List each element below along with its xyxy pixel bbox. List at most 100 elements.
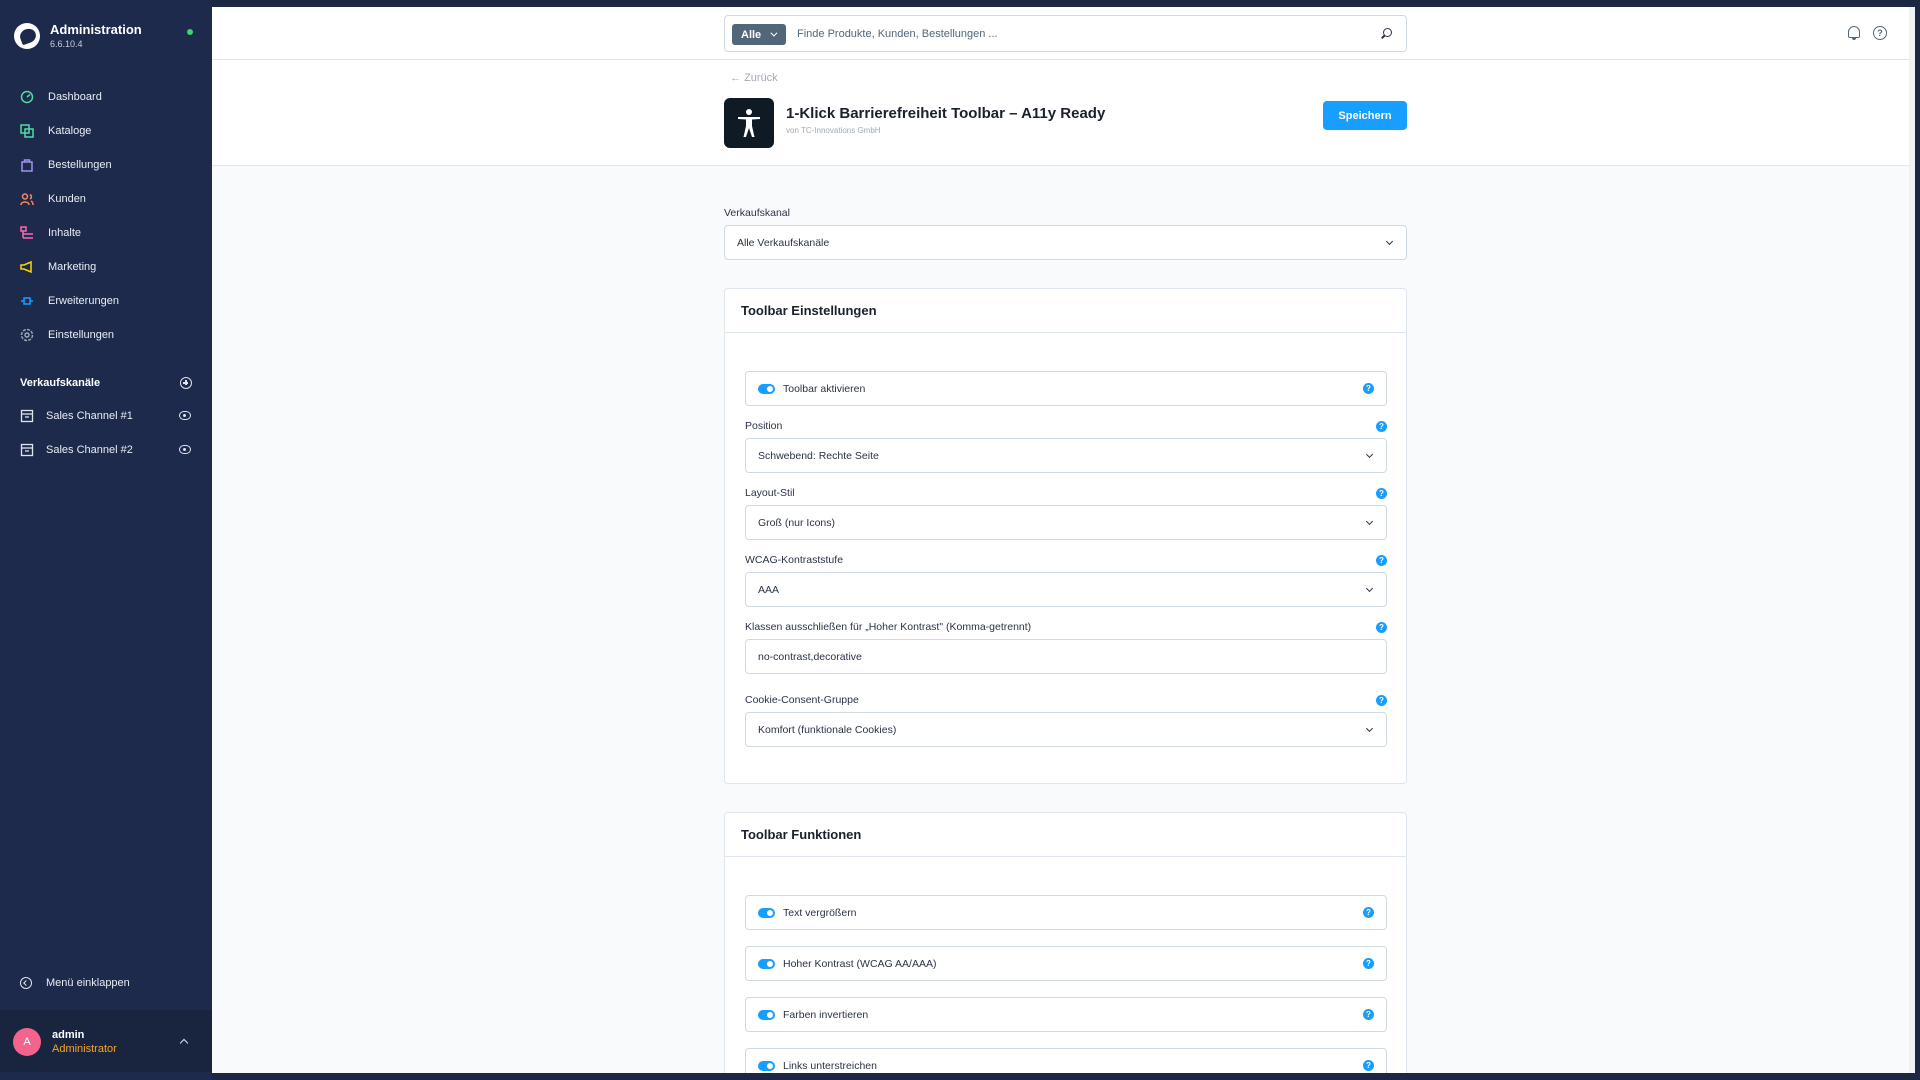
nav-label: Dashboard [48, 91, 102, 103]
search-icon[interactable] [1383, 28, 1392, 37]
chevron-down-icon [1365, 584, 1374, 593]
nav-item-bestellungen[interactable]: Bestellungen [0, 148, 212, 182]
search-input[interactable] [797, 25, 1357, 43]
chevron-down-icon [1365, 517, 1374, 526]
page-header: ← Zurück 1-Klick Barrierefreiheit Toolba… [212, 60, 1915, 166]
search-type-label: Alle [741, 28, 762, 41]
page-scrollbar[interactable] [1909, 7, 1915, 1073]
chevron-up-icon [179, 1038, 189, 1048]
select-value: Komfort (funktionale Cookies) [758, 723, 897, 736]
user-name: admin [52, 1029, 85, 1041]
toolbar-enable-toggle[interactable]: Toolbar aktivieren ? [745, 371, 1387, 406]
card-title: Toolbar Einstellungen [725, 289, 1406, 333]
select-value: AAA [758, 583, 780, 596]
sales-channels-heading-label: Verkaufskanäle [20, 377, 101, 389]
field-label: Cookie-Consent-Gruppe [745, 694, 859, 706]
sales-channel-label: Sales Channel #2 [46, 444, 133, 456]
high-contrast-toggle[interactable]: Hoher Kontrast (WCAG AA/AAA) ? [745, 946, 1387, 981]
page-title: 1-Klick Barrierefreiheit Toolbar – A11y … [786, 105, 1106, 122]
toggle-label: Farben invertieren [783, 1008, 869, 1021]
nav-item-erweiterungen[interactable]: Erweiterungen [0, 284, 212, 318]
toggle-switch[interactable] [758, 1060, 775, 1071]
toggle-label: Toolbar aktivieren [783, 382, 866, 395]
app-title: Administration [50, 22, 142, 37]
sales-channel-label: Verkaufskanal [724, 207, 790, 219]
help-icon[interactable]: ? [1363, 1009, 1374, 1020]
avatar: A [13, 1028, 41, 1056]
nav-label: Kataloge [48, 125, 92, 137]
content-icon [20, 226, 34, 240]
select-value: Groß (nur Icons) [758, 516, 836, 529]
select-value: Schwebend: Rechte Seite [758, 449, 879, 462]
settings-icon [20, 328, 34, 342]
main-content: Alle ? ← Zurück 1-Klick Barrierefreiheit… [212, 7, 1915, 1073]
bell-icon[interactable] [1848, 26, 1860, 40]
toggle-label: Links unterstreichen [783, 1059, 877, 1072]
collapse-arrow-icon [20, 977, 32, 989]
back-label: Zurück [744, 72, 778, 84]
invert-colors-toggle[interactable]: Farben invertieren ? [745, 997, 1387, 1032]
help-icon[interactable]: ? [1376, 421, 1387, 432]
nav-label: Marketing [48, 261, 97, 273]
sales-channel-label: Sales Channel #1 [46, 410, 133, 422]
nav-label: Bestellungen [48, 159, 112, 171]
layout-style-field: Layout-Stil ? Groß (nur Icons) [745, 487, 1387, 540]
cookie-consent-select[interactable]: Komfort (funktionale Cookies) [745, 712, 1387, 747]
chevron-down-icon [1385, 237, 1394, 246]
help-icon[interactable]: ? [1376, 622, 1387, 633]
card-title: Toolbar Funktionen [725, 813, 1406, 857]
nav-item-inhalte[interactable]: Inhalte [0, 216, 212, 250]
eye-icon[interactable] [179, 445, 191, 454]
shopware-logo-icon [14, 22, 40, 49]
help-icon[interactable]: ? [1363, 907, 1374, 918]
sales-channel-select[interactable]: Alle Verkaufskanäle [724, 225, 1407, 260]
layout-style-select[interactable]: Groß (nur Icons) [745, 505, 1387, 540]
collapse-menu-button[interactable]: Menü einklappen [20, 977, 130, 989]
toggle-switch[interactable] [758, 958, 775, 969]
add-sales-channel-icon[interactable] [180, 377, 192, 389]
nav-item-einstellungen[interactable]: Einstellungen [0, 318, 212, 352]
help-icon[interactable]: ? [1363, 958, 1374, 969]
customers-icon [20, 192, 34, 206]
eye-icon[interactable] [179, 411, 191, 420]
nav-item-kunden[interactable]: Kunden [0, 182, 212, 216]
underline-links-toggle[interactable]: Links unterstreichen ? [745, 1048, 1387, 1073]
toggle-switch[interactable] [758, 1009, 775, 1020]
nav-item-kataloge[interactable]: Kataloge [0, 114, 212, 148]
user-menu[interactable]: A admin Administrator [0, 1010, 212, 1072]
brand[interactable]: Administration 6.6.10.4 [14, 22, 142, 49]
sales-channel-value: Alle Verkaufskanäle [737, 236, 830, 249]
toggle-label: Text vergrößern [783, 906, 857, 919]
main-nav: Dashboard Kataloge Bestellungen Kunden I… [0, 80, 212, 352]
help-icon[interactable]: ? [1363, 383, 1374, 394]
chevron-down-icon [1365, 450, 1374, 459]
search-type-select[interactable]: Alle [732, 24, 786, 45]
back-link[interactable]: ← Zurück [730, 72, 778, 84]
text-enlarge-toggle[interactable]: Text vergrößern ? [745, 895, 1387, 930]
help-icon[interactable]: ? [1363, 1060, 1374, 1071]
help-icon[interactable]: ? [1376, 488, 1387, 499]
wcag-contrast-field: WCAG-Kontraststufe ? AAA [745, 554, 1387, 607]
toggle-switch[interactable] [758, 907, 775, 918]
sidebar-item-sales-channel-2[interactable]: Sales Channel #2 [0, 433, 212, 467]
plugin-vendor: von TC-Innovations GmbH [786, 126, 881, 135]
app-version: 6.6.10.4 [50, 39, 83, 49]
exclude-classes-input[interactable]: no-contrast,decorative [745, 639, 1387, 674]
app-frame: Administration 6.6.10.4 Dashboard Katalo… [0, 0, 1920, 1080]
sidebar-item-sales-channel-1[interactable]: Sales Channel #1 [0, 399, 212, 433]
field-label: WCAG-Kontraststufe [745, 554, 844, 566]
sales-channel-list: Sales Channel #1 Sales Channel #2 [0, 399, 212, 467]
help-icon[interactable]: ? [1376, 555, 1387, 566]
sidebar: Administration 6.6.10.4 Dashboard Katalo… [0, 0, 212, 1080]
nav-item-marketing[interactable]: Marketing [0, 250, 212, 284]
save-button[interactable]: Speichern [1323, 101, 1407, 130]
help-icon[interactable]: ? [1376, 695, 1387, 706]
nav-item-dashboard[interactable]: Dashboard [0, 80, 212, 114]
wcag-contrast-select[interactable]: AAA [745, 572, 1387, 607]
position-field: Position ? Schwebend: Rechte Seite [745, 420, 1387, 473]
help-icon[interactable]: ? [1873, 26, 1887, 40]
toggle-switch[interactable] [758, 383, 775, 394]
position-select[interactable]: Schwebend: Rechte Seite [745, 438, 1387, 473]
exclude-classes-field: Klassen ausschließen für „Hoher Kontrast… [745, 621, 1387, 674]
chevron-down-icon [1365, 724, 1374, 733]
